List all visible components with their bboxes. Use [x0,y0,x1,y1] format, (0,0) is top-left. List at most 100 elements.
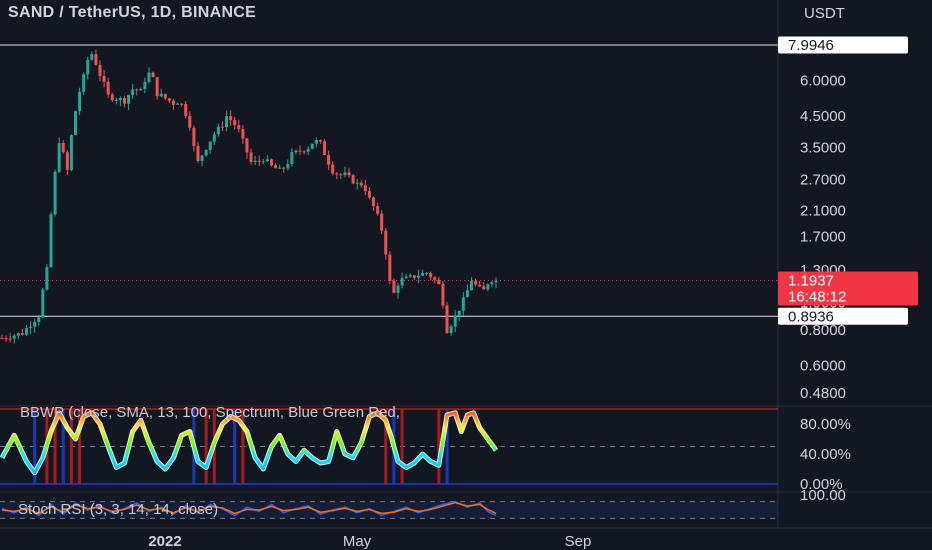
price-axis-tick: 2.1000 [800,203,846,220]
price-chart[interactable]: USDT 6.0000 4.5000 3.5000 2.7000 2.1000 1.7000… [0,0,932,550]
candle-body [110,94,114,101]
candle-body [269,159,273,166]
candle-body [216,126,220,135]
candle-body [0,337,4,339]
candle-body [82,74,86,92]
candle-body [302,151,306,153]
bbwp-indicator-label[interactable]: BBWP (close, SMA, 13, 100, Spectrum, Blu… [20,404,400,421]
candle-body [474,280,478,285]
price-axis-tick: 3.5000 [800,139,846,156]
candle-body [229,116,233,121]
candle-body [29,326,33,329]
candle-body [143,82,147,89]
candle-body [351,175,355,184]
candle-body [33,321,37,327]
candle-body [184,104,188,116]
candles [0,49,498,344]
candle-body [57,143,61,172]
candle-body [286,163,290,169]
candle-body [106,81,110,95]
candle-body [257,160,261,162]
last-price-tag: 1.1937 [788,272,834,289]
candle-body [69,135,73,170]
candle-body [192,127,196,146]
candle-body [122,97,126,104]
price-axis-tick: 6.0000 [800,73,846,90]
candle-body [204,149,208,156]
candle-body [253,160,257,162]
candle-body [367,191,371,198]
candle-body [306,148,310,152]
candle-body [4,338,8,340]
candle-body [8,338,12,340]
candle-body [380,213,384,231]
candle-body [290,152,294,164]
candle-body [388,254,392,281]
candle-body [339,174,343,176]
candle-body [131,89,135,96]
candle-body [490,282,494,285]
candle-body [372,197,376,207]
candle-body [233,120,237,126]
candle-body [437,279,441,285]
candle-body [392,280,396,293]
candle-body [433,277,437,280]
candle-body [445,305,449,334]
candle-body [180,103,184,105]
candle-body [412,275,416,278]
candle-body [359,182,363,186]
candle-body [274,165,278,169]
candle-body [245,138,249,153]
candle-body [139,88,143,91]
price-axis-tick: 0.4800 [800,385,846,402]
candle-body [196,145,200,161]
candle-body [314,140,318,144]
candle-body [61,143,65,153]
candle-body [94,54,98,65]
candle-body [331,164,335,174]
candle-body [441,284,445,306]
candle-body [457,310,461,316]
candle-body [486,284,490,290]
time-axis-label: May [343,533,372,550]
candle-body [176,103,180,105]
candle-body [323,141,327,156]
candle-body [49,214,53,267]
candle-body [163,93,167,99]
candle-body [404,276,408,279]
candle-body [102,75,106,82]
candle-body [16,333,20,336]
time-axis-label: Sep [565,533,592,550]
candle-body [294,150,298,153]
bbwp-axis-tick: 40.00% [800,446,851,463]
candle-body [90,54,94,60]
candle-body [396,285,400,293]
candle-body [376,206,380,214]
candle-body [151,72,155,78]
candle-body [355,182,359,184]
candle-body [98,64,102,76]
candle-body [298,150,302,152]
candle-body [167,98,171,101]
candle-body [212,134,216,142]
candle-body [429,273,433,278]
bbwp-spike [400,409,404,484]
low-line-tag: 0.8936 [788,308,834,325]
candle-body [118,97,122,101]
candle-body [45,266,49,290]
price-axis-tick: 0.6000 [800,358,846,375]
candle-body [135,89,139,91]
candle-body [465,290,469,298]
candle-body [310,143,314,149]
stoch-rsi-indicator-label[interactable]: Stoch RSI (3, 3, 14, 14, close) [18,501,218,518]
candle-body [188,115,192,128]
candle-body [494,280,498,283]
candle-body [159,93,163,97]
candle-body [41,289,45,318]
chart-title: SAND / TetherUS, 1D, BINANCE [8,4,257,21]
high-line-tag: 7.9946 [788,37,834,54]
bbwp-axis-tick: 80.00% [800,416,851,433]
candle-body [78,91,82,112]
candle-body [241,128,245,139]
candle-body [478,284,482,287]
